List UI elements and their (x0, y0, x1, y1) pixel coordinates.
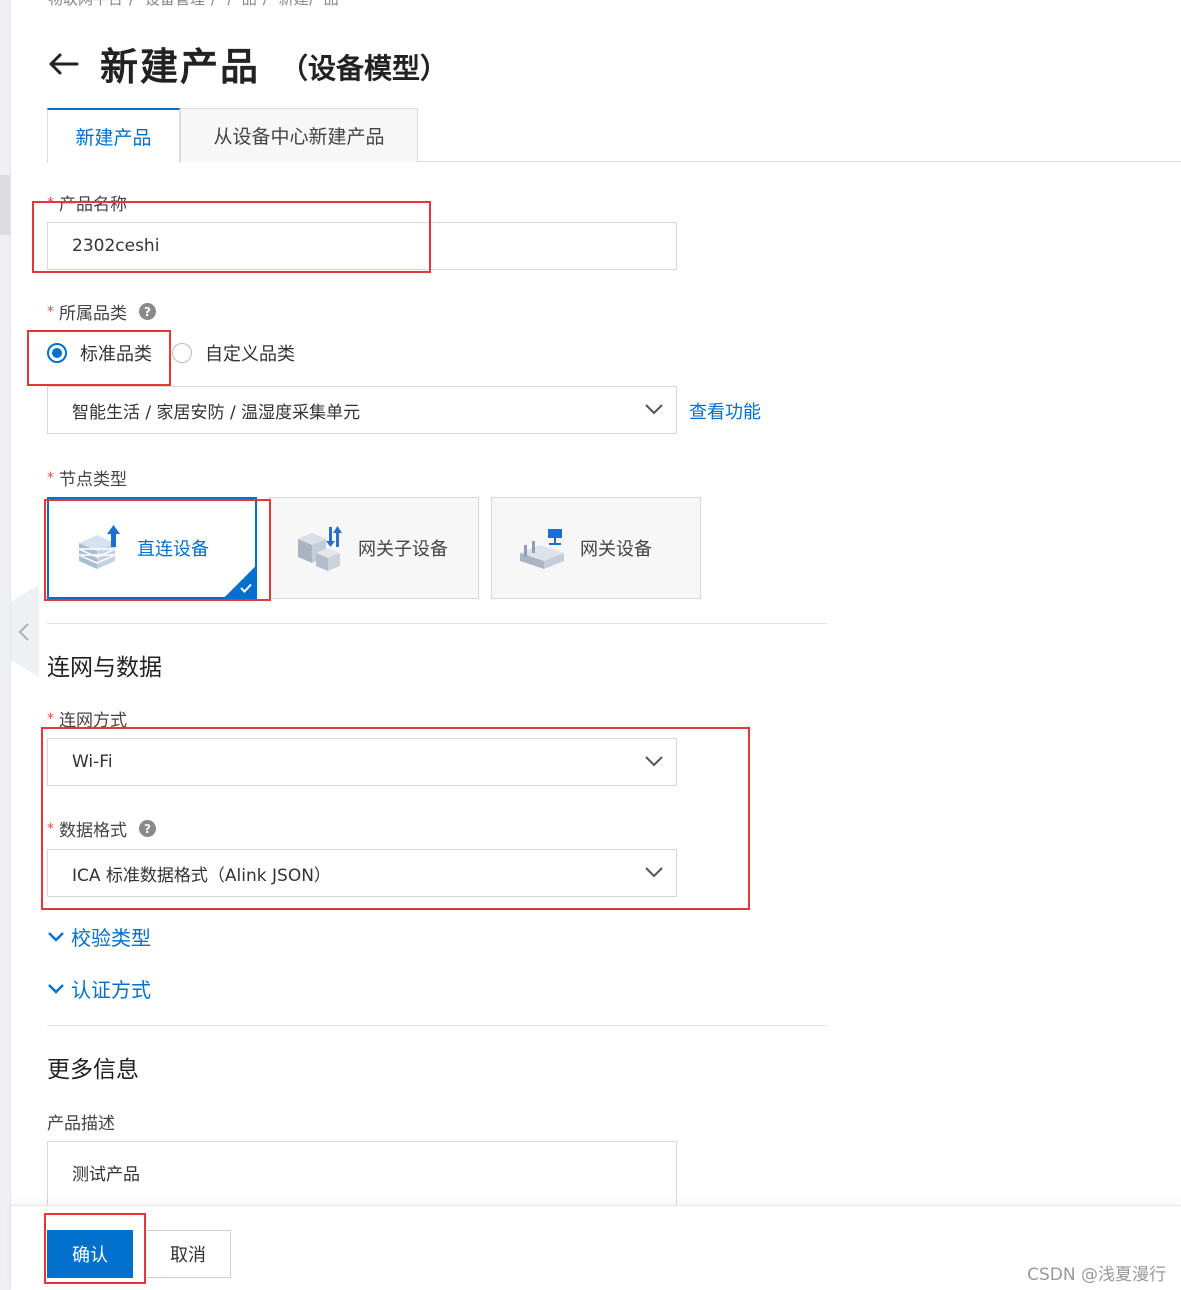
breadcrumb: 物联网平台/ 设备管理/ 产品/ 新建产品 (48, 0, 345, 9)
section-divider (47, 623, 827, 624)
data-format-label: * 数据格式 ? (47, 816, 156, 841)
product-name-label-text: 产品名称 (59, 195, 127, 215)
auth-method-label: 认证方式 (71, 978, 151, 1002)
selected-check-icon (225, 567, 255, 597)
tab-from-device-center[interactable]: 从设备中心新建产品 (180, 108, 418, 162)
section-title-more-info: 更多信息 (47, 1057, 139, 1083)
page-title: 新建产品 (100, 45, 261, 89)
watermark: CSDN @浅夏漫行 (1027, 1265, 1166, 1285)
network-method-label: * 连网方式 (47, 706, 127, 732)
required-mark: * (47, 469, 54, 486)
radio-standard-category[interactable]: 标准品类 (47, 340, 152, 366)
node-card-gateway-sub-device[interactable]: 网关子设备 (269, 497, 479, 599)
category-radio-group: 标准品类 自定义品类 (47, 340, 305, 366)
product-name-value: 2302ceshi (72, 236, 160, 256)
radio-label: 标准品类 (80, 344, 152, 365)
node-card-gateway-device[interactable]: 网关设备 (491, 497, 701, 599)
data-format-value: ICA 标准数据格式（Alink JSON） (72, 865, 331, 886)
verify-type-label: 校验类型 (71, 926, 151, 950)
radio-label: 自定义品类 (205, 344, 295, 365)
radio-checked-icon (47, 343, 67, 363)
help-icon[interactable]: ? (139, 820, 156, 837)
left-sidebar-strip (0, 0, 11, 1290)
data-format-label-text: 数据格式 (59, 821, 127, 841)
help-icon[interactable]: ? (139, 303, 156, 320)
radio-custom-category[interactable]: 自定义品类 (172, 340, 295, 366)
sidebar-scroll-mark (0, 175, 10, 235)
data-format-select[interactable]: ICA 标准数据格式（Alink JSON） (47, 849, 677, 897)
required-mark: * (47, 303, 54, 320)
description-textarea[interactable]: 测试产品 (47, 1141, 677, 1213)
category-select-value: 智能生活 / 家居安防 / 温湿度采集单元 (72, 402, 361, 423)
tab-new-product[interactable]: 新建产品 (47, 108, 180, 163)
section-title-network: 连网与数据 (47, 655, 162, 681)
gateway-device-icon (520, 529, 564, 569)
breadcrumb-item[interactable]: 设备管理 (145, 0, 205, 8)
product-name-label: * 产品名称 (47, 190, 127, 216)
required-mark: * (47, 820, 54, 837)
chevron-left-icon (18, 623, 29, 641)
chevron-down-icon (645, 867, 663, 878)
category-select[interactable]: 智能生活 / 家居安防 / 温湿度采集单元 (47, 386, 677, 434)
network-method-value: Wi-Fi (72, 752, 113, 772)
chevron-down-icon (645, 756, 663, 767)
node-card-direct-device[interactable]: 直连设备 (47, 497, 257, 599)
node-card-label: 直连设备 (137, 539, 209, 560)
node-card-label: 网关子设备 (358, 539, 448, 560)
gateway-sub-device-icon (298, 526, 342, 571)
sidebar-collapse-toggle[interactable] (11, 585, 39, 677)
breadcrumb-item: 新建产品 (279, 0, 339, 8)
product-name-input[interactable]: 2302ceshi (47, 222, 677, 270)
chevron-down-icon (48, 983, 64, 994)
category-label: * 所属品类 ? (47, 299, 156, 324)
page-header: 新建产品 （设备模型） (46, 36, 448, 91)
breadcrumb-item[interactable]: 产品 (227, 0, 257, 8)
node-card-label: 网关设备 (580, 539, 652, 560)
section-divider (47, 1025, 827, 1026)
description-label: 产品描述 (47, 1114, 115, 1134)
network-method-select[interactable]: Wi-Fi (47, 738, 677, 786)
node-type-label-text: 节点类型 (59, 470, 127, 490)
verify-type-toggle[interactable]: 校验类型 (47, 922, 151, 951)
required-mark: * (47, 194, 54, 211)
page-subtitle: （设备模型） (280, 51, 449, 85)
network-method-label-text: 连网方式 (59, 711, 127, 731)
description-value: 测试产品 (72, 1165, 140, 1185)
confirm-button[interactable]: 确认 (47, 1230, 133, 1278)
cancel-button[interactable]: 取消 (145, 1230, 231, 1278)
view-features-link[interactable]: 查看功能 (689, 398, 761, 424)
chevron-down-icon (645, 404, 663, 415)
tab-bar: 新建产品 从设备中心新建产品 (47, 108, 1181, 163)
chevron-down-icon (48, 931, 64, 942)
breadcrumb-item[interactable]: 物联网平台 (48, 0, 123, 8)
category-label-text: 所属品类 (59, 304, 127, 324)
direct-device-icon (78, 525, 120, 569)
node-type-label: * 节点类型 (47, 465, 127, 491)
back-arrow-icon[interactable] (46, 47, 80, 81)
required-mark: * (47, 710, 54, 727)
radio-unchecked-icon (172, 343, 192, 363)
auth-method-toggle[interactable]: 认证方式 (47, 974, 151, 1003)
